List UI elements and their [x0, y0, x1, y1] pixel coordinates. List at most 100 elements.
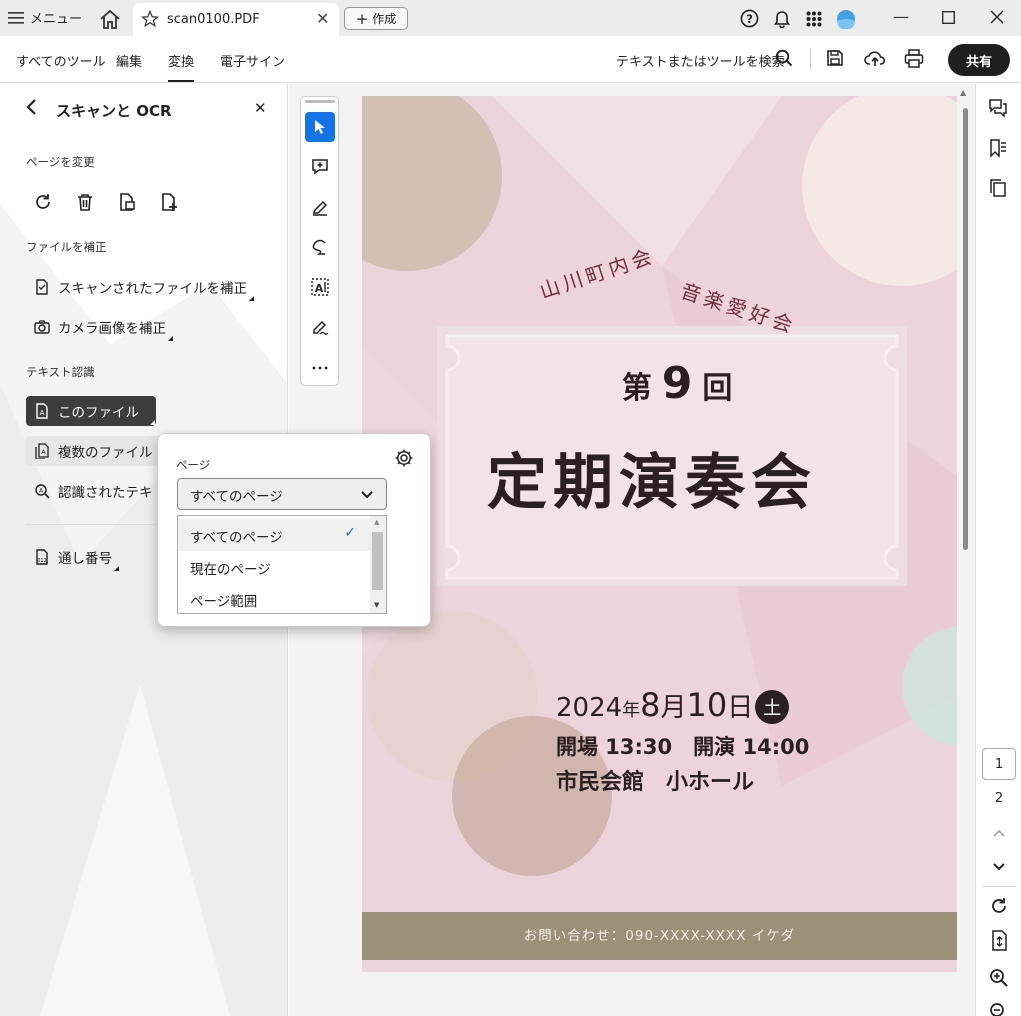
select-tool[interactable]	[305, 112, 335, 142]
page-total: 2	[994, 791, 1004, 806]
maximize-icon[interactable]	[942, 11, 955, 24]
fix-scanned-label: スキャンされたファイルを補正	[58, 281, 247, 297]
previous-page-icon[interactable]	[992, 828, 1006, 838]
draw-tool[interactable]	[305, 232, 335, 262]
next-page-icon[interactable]	[992, 862, 1006, 872]
corner-marker	[114, 566, 119, 571]
extract-pages-icon[interactable]	[117, 192, 137, 212]
tab-filename: scan0100.PDF	[167, 12, 260, 27]
cloud-avatar-icon[interactable]	[836, 9, 856, 29]
bell-icon[interactable]	[773, 9, 791, 28]
highlight-tool[interactable]	[305, 192, 335, 222]
menu-convert[interactable]: 変換	[168, 51, 195, 82]
fix-scanned-file-item[interactable]: スキャンされたファイルを補正	[26, 272, 255, 302]
title-bar: メニュー scan0100.PDF ✕ + 作成 ? —	[0, 0, 1021, 36]
dropdown-scroll-down[interactable]: ▼	[374, 601, 379, 609]
menu-label: メニュー	[30, 12, 83, 27]
save-icon[interactable]	[826, 49, 844, 67]
scan-fix-icon	[36, 279, 48, 295]
create-label: 作成	[372, 12, 397, 26]
plus-icon: +	[355, 9, 369, 28]
apps-icon[interactable]	[806, 11, 822, 27]
dropdown-scroll-thumb[interactable]	[372, 532, 383, 590]
date-year-unit: 年	[622, 700, 641, 721]
bookmarks-icon[interactable]	[988, 138, 1008, 158]
menu-esign[interactable]: 電子サイン	[220, 51, 285, 70]
svg-text:?: ?	[746, 12, 753, 26]
pages-icon[interactable]	[988, 178, 1008, 198]
more-tools-button[interactable]	[305, 353, 335, 383]
ocr-file-icon: A	[36, 403, 48, 419]
corner-marker	[150, 420, 155, 425]
page-range-select[interactable]: すべてのページ	[177, 478, 387, 510]
dropdown-scrollbar[interactable]: ▲ ▼	[370, 516, 386, 613]
option-current-page[interactable]: 現在のページ	[178, 551, 370, 583]
gear-icon[interactable]	[394, 448, 414, 468]
date-day: 10	[686, 686, 728, 724]
tab-close-icon[interactable]: ✕	[316, 9, 329, 28]
delete-icon[interactable]	[75, 192, 95, 212]
sign-tool[interactable]	[305, 312, 335, 342]
page-number-input[interactable]: 1	[982, 748, 1016, 780]
svg-text:A: A	[41, 448, 46, 456]
vertical-scrollbar[interactable]: ▲	[958, 84, 974, 1016]
freehand-icon	[312, 239, 326, 255]
page-range-dropdown: すべてのページ ✓ 現在のページ ページ範囲 ▲ ▼	[177, 515, 387, 614]
zoom-out-icon[interactable]	[989, 1002, 1009, 1016]
ocr-multiple-icon: A	[35, 443, 49, 459]
document-tab[interactable]: scan0100.PDF ✕	[133, 3, 339, 36]
search-icon[interactable]	[775, 49, 793, 67]
date-day-unit: 日	[727, 693, 754, 723]
dropdown-scroll-up[interactable]: ▲	[374, 518, 379, 526]
magnify-text-icon: A	[35, 484, 50, 499]
ocr-this-file-label: このファイル	[58, 405, 139, 421]
print-icon[interactable]	[904, 49, 924, 68]
weekday-badge: 土	[755, 690, 790, 724]
star-icon[interactable]	[141, 10, 159, 28]
refresh-icon[interactable]	[989, 896, 1009, 916]
menu-button[interactable]: メニュー	[8, 8, 82, 27]
scrollbar-thumb[interactable]	[963, 108, 968, 550]
ocr-multiple-files-item[interactable]: A 複数のファイル	[26, 436, 166, 466]
section-modify-pages: ページを変更	[26, 155, 95, 169]
help-icon[interactable]: ?	[740, 9, 759, 28]
bates-label: 通し番号	[58, 551, 112, 567]
camera-icon	[34, 320, 50, 334]
cloud-upload-icon[interactable]	[864, 49, 886, 68]
home-icon[interactable]	[98, 8, 122, 30]
rotate-icon[interactable]	[33, 192, 53, 212]
text-recognition-tool[interactable]: A	[305, 272, 335, 302]
create-button[interactable]: + 作成	[344, 7, 408, 30]
bates-numbering-item[interactable]: 012 通し番号	[26, 542, 120, 572]
comment-tool[interactable]	[305, 152, 335, 182]
menu-edit[interactable]: 編集	[116, 51, 142, 70]
pdf-page: 山川町内会 音楽愛好会 第 9 回 定期演奏会 2024 年 8 月 10 日 …	[362, 96, 957, 972]
share-button[interactable]: 共有	[948, 44, 1010, 76]
tool-search-label[interactable]: テキストまたはツールを検索	[616, 51, 785, 70]
option-page-range[interactable]: ページ範囲	[178, 583, 370, 615]
page-scroll-icon[interactable]	[989, 930, 1011, 952]
sign-pen-icon	[313, 320, 329, 335]
ocr-multiple-label: 複数のファイル	[58, 445, 153, 461]
comments-icon[interactable]	[988, 98, 1008, 118]
panel-close-icon[interactable]: ✕	[254, 99, 267, 117]
zoom-in-icon[interactable]	[989, 968, 1009, 988]
checkmark-icon: ✓	[344, 525, 356, 541]
back-chevron-icon[interactable]	[25, 98, 39, 121]
rail-divider	[982, 886, 1016, 887]
option-all-pages[interactable]: すべてのページ ✓	[178, 519, 370, 551]
toolbar-grip[interactable]	[305, 100, 335, 103]
ocr-this-file-item[interactable]: A このファイル	[26, 396, 156, 426]
hamburger-icon	[8, 11, 24, 24]
insert-page-icon[interactable]	[159, 192, 179, 212]
fix-camera-image-item[interactable]: カメラ画像を補正	[26, 312, 174, 342]
poster-artwork	[362, 96, 957, 972]
close-icon[interactable]	[990, 10, 1004, 24]
minimize-icon[interactable]: —	[893, 7, 909, 26]
contact-line: お問い合わせ：090-XXXX-XXXX イケダ	[523, 928, 796, 944]
recognized-text-item[interactable]: A 認識されたテキ	[26, 476, 166, 506]
menu-all-tools[interactable]: すべてのツール	[16, 51, 106, 70]
ocr-page-options-popup: ページ すべてのページ すべてのページ ✓ 現在のページ ページ範囲 ▲ ▼	[157, 433, 431, 627]
scroll-up-arrow[interactable]: ▲	[960, 88, 966, 97]
venue-line: 市民会館 小ホール	[556, 770, 755, 795]
